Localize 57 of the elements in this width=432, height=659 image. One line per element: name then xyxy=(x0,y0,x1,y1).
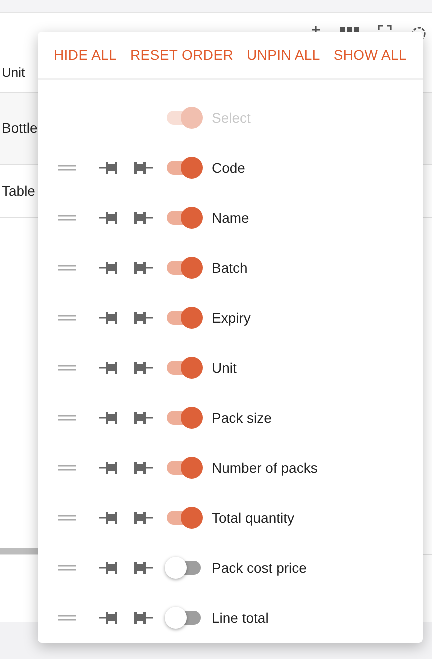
drag-handle-icon[interactable] xyxy=(58,214,76,222)
pin-icon[interactable] xyxy=(132,461,154,475)
toggle-switch[interactable] xyxy=(165,457,203,479)
drag-handle-icon[interactable] xyxy=(58,414,76,422)
column-label: Code xyxy=(212,158,246,178)
pin-icon[interactable] xyxy=(132,311,154,325)
drag-handle-icon[interactable] xyxy=(58,564,76,572)
toggle-switch[interactable] xyxy=(165,557,203,579)
pin-icon[interactable] xyxy=(98,361,120,375)
column-label: Number of packs xyxy=(212,458,318,478)
column-label: Pack size xyxy=(212,408,272,428)
menu-action-button[interactable]: UNPIN ALL xyxy=(247,44,320,66)
pin-icon[interactable] xyxy=(132,261,154,275)
menu-action-button[interactable]: HIDE ALL xyxy=(54,44,118,66)
pin-icon[interactable] xyxy=(132,361,154,375)
pin-icon[interactable] xyxy=(98,461,120,475)
pin-icon[interactable] xyxy=(132,211,154,225)
column-label: Line total xyxy=(212,608,269,628)
pin-icon[interactable] xyxy=(98,211,120,225)
column-label: Unit xyxy=(212,358,237,378)
drag-handle-icon[interactable] xyxy=(58,364,76,372)
drag-handle-icon[interactable] xyxy=(58,314,76,322)
toggle-switch[interactable] xyxy=(165,157,203,179)
column-label: Expiry xyxy=(212,308,251,328)
column-header: Unit xyxy=(2,64,26,82)
pin-icon[interactable] xyxy=(98,311,120,325)
pin-icon[interactable] xyxy=(132,411,154,425)
pin-icon[interactable] xyxy=(98,261,120,275)
pin-icon[interactable] xyxy=(132,611,154,625)
pin-icon[interactable] xyxy=(98,161,120,175)
toggle-switch[interactable] xyxy=(165,357,203,379)
menu-action-button[interactable]: RESET ORDER xyxy=(130,44,234,66)
column-label: Name xyxy=(212,208,250,228)
toggle-switch[interactable] xyxy=(165,607,203,629)
drag-handle-icon[interactable] xyxy=(58,514,76,522)
pin-icon[interactable] xyxy=(98,411,120,425)
toggle-switch[interactable] xyxy=(165,407,203,429)
drag-handle-icon[interactable] xyxy=(58,464,76,472)
menu-action-button[interactable]: SHOW ALL xyxy=(334,44,407,66)
pin-icon[interactable] xyxy=(98,561,120,575)
drag-handle-icon[interactable] xyxy=(58,164,76,172)
table-cell-text: Table xyxy=(2,182,36,200)
column-label: Batch xyxy=(212,258,248,278)
table-cell-text: Bottle xyxy=(2,119,38,138)
toggle-switch[interactable] xyxy=(165,307,203,329)
drag-handle-icon[interactable] xyxy=(58,264,76,272)
pin-icon[interactable] xyxy=(132,161,154,175)
toggle-switch[interactable] xyxy=(165,507,203,529)
pin-icon[interactable] xyxy=(98,511,120,525)
column-label: Pack cost price xyxy=(212,558,307,578)
pin-icon[interactable] xyxy=(132,511,154,525)
toggle-switch[interactable] xyxy=(165,257,203,279)
drag-handle-icon[interactable] xyxy=(58,614,76,622)
pin-icon[interactable] xyxy=(98,611,120,625)
toggle-switch[interactable] xyxy=(165,207,203,229)
column-label: Total quantity xyxy=(212,508,294,528)
pin-icon[interactable] xyxy=(132,561,154,575)
